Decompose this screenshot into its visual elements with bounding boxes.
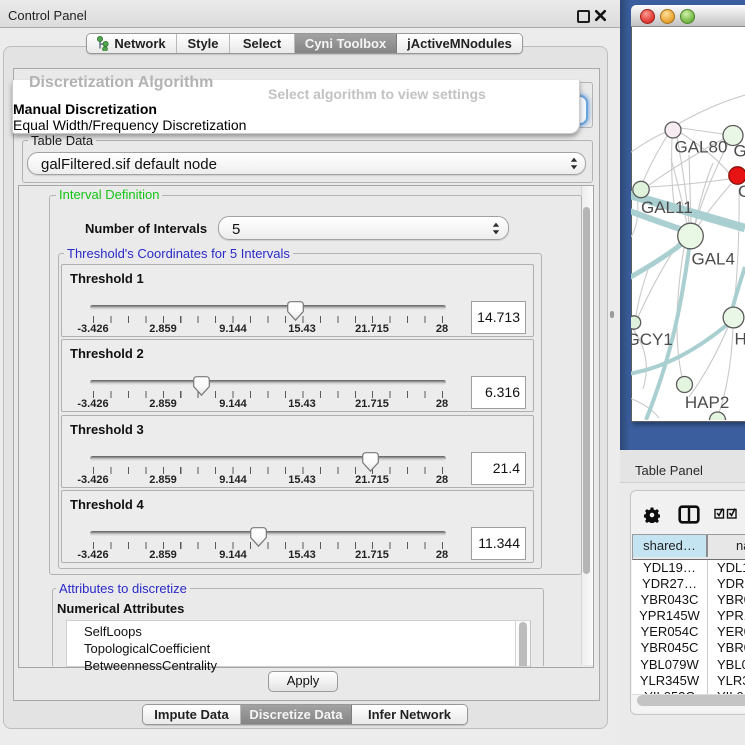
- svg-text:GAL11: GAL11: [641, 198, 693, 217]
- svg-text:GAL2: GAL2: [734, 142, 745, 161]
- svg-text:GCY1: GCY1: [631, 330, 673, 349]
- svg-text:HAP2: HAP2: [685, 393, 729, 412]
- svg-text:GAL80: GAL80: [675, 138, 728, 157]
- svg-text:CD: CD: [738, 182, 745, 201]
- svg-text:H: H: [735, 330, 745, 349]
- svg-text:GAL4: GAL4: [692, 250, 735, 269]
